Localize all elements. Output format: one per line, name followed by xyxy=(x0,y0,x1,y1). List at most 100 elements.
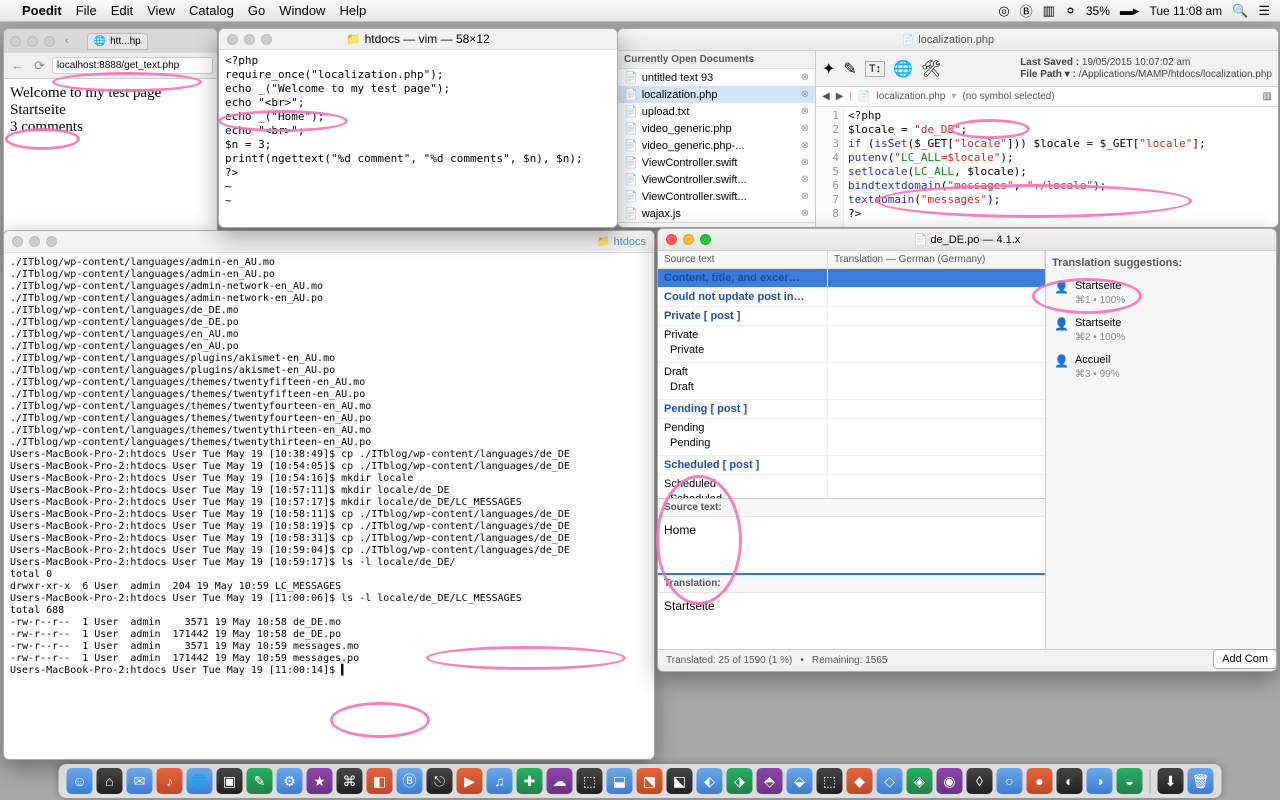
translation-row[interactable]: Scheduled Scheduled xyxy=(658,475,1045,498)
dock-app[interactable]: ◈ xyxy=(907,768,933,794)
open-doc-item[interactable]: 📄ViewController.swift...⊗ xyxy=(618,188,815,205)
text-icon[interactable]: T↕ xyxy=(865,61,885,77)
dock-app[interactable]: ▣ xyxy=(217,768,243,794)
dock-app[interactable]: ◐ xyxy=(1057,768,1083,794)
menu-file[interactable]: File xyxy=(76,3,97,18)
notification-icon[interactable]: ☰ xyxy=(1258,3,1270,19)
pathbar-symbol[interactable]: (no symbol selected) xyxy=(962,91,1054,102)
dock-app[interactable]: ⎋ xyxy=(427,768,453,794)
dock-app[interactable]: ◉ xyxy=(937,768,963,794)
dock-app[interactable]: ⬘ xyxy=(757,768,783,794)
dock-app[interactable]: 🌐 xyxy=(187,768,213,794)
dock-app[interactable]: ♪ xyxy=(157,768,183,794)
dock-app[interactable]: Ⓑ xyxy=(397,768,423,794)
close-doc-icon[interactable]: ⊗ xyxy=(801,72,809,83)
dock-app[interactable]: ⌂ xyxy=(97,768,123,794)
minimize-icon[interactable] xyxy=(27,36,38,47)
translation-row[interactable]: Private Private xyxy=(658,326,1045,363)
open-doc-item[interactable]: 📄untitled text 93⊗ xyxy=(618,69,815,86)
battery-icon[interactable]: ▬▸ xyxy=(1120,3,1140,19)
close-icon[interactable] xyxy=(227,34,238,45)
tools-icon[interactable]: 🛠 xyxy=(921,59,941,79)
bitcoin-icon[interactable]: Ⓑ xyxy=(1020,1,1033,20)
minimize-icon[interactable] xyxy=(244,34,255,45)
translation-row[interactable]: Draft Draft xyxy=(658,363,1045,400)
close-doc-icon[interactable]: ⊗ xyxy=(801,174,809,185)
minimize-icon[interactable] xyxy=(29,236,40,247)
dock-app[interactable]: ⬖ xyxy=(697,768,723,794)
nav-fwd-icon[interactable]: ▶ xyxy=(836,91,844,102)
close-icon[interactable] xyxy=(10,36,21,47)
translation-row[interactable]: Private [ post ] xyxy=(658,307,1045,326)
minimize-icon[interactable] xyxy=(683,234,694,245)
open-doc-item[interactable]: 📄upload.txt⊗ xyxy=(618,103,815,120)
open-doc-item[interactable]: 📄wajax.js⊗ xyxy=(618,205,815,222)
close-doc-icon[interactable]: ⊗ xyxy=(801,123,809,134)
translation-row[interactable]: Pending Pending xyxy=(658,419,1045,456)
globe-icon[interactable]: 🌐 xyxy=(893,59,913,79)
dock-app[interactable]: ⬚ xyxy=(817,768,843,794)
dock-downloads[interactable]: ⬇ xyxy=(1158,768,1184,794)
wifi-icon[interactable]: ⚪︎ xyxy=(1065,3,1076,19)
translation-input[interactable]: Startseite xyxy=(658,593,1045,649)
zoom-icon[interactable] xyxy=(44,36,55,47)
code-lines[interactable]: <?php$locale = "de_DE";if (isSet($_GET["… xyxy=(844,107,1210,227)
col-source[interactable]: Source text xyxy=(658,251,828,268)
back-button[interactable]: ‹ xyxy=(61,35,73,47)
menu-view[interactable]: View xyxy=(147,3,175,18)
menu-app[interactable]: Poedit xyxy=(22,3,62,18)
dock-app[interactable]: ⬗ xyxy=(727,768,753,794)
translation-row[interactable]: Could not update post in… xyxy=(658,288,1045,307)
menu-edit[interactable]: Edit xyxy=(111,3,133,18)
translation-row[interactable]: Pending [ post ] xyxy=(658,400,1045,419)
dock-app[interactable]: ⬔ xyxy=(637,768,663,794)
dock-app[interactable]: ◧ xyxy=(367,768,393,794)
open-doc-item[interactable]: 📄ViewController.swift...⊗ xyxy=(618,171,815,188)
close-doc-icon[interactable]: ⊗ xyxy=(801,191,809,202)
dock-app[interactable]: ▶ xyxy=(457,768,483,794)
close-icon[interactable] xyxy=(666,234,677,245)
zoom-icon[interactable] xyxy=(46,236,57,247)
rec-button[interactable]: Rec xyxy=(642,226,660,228)
magic-icon[interactable]: ✦ xyxy=(822,59,835,79)
dock-app[interactable]: ◊ xyxy=(967,768,993,794)
dock-app[interactable]: ⬓ xyxy=(607,768,633,794)
dock-app[interactable]: ◒ xyxy=(1117,768,1143,794)
menu-catalog[interactable]: Catalog xyxy=(189,3,234,18)
menu-window[interactable]: Window xyxy=(279,3,325,18)
col-translation[interactable]: Translation — German (Germany) xyxy=(828,251,1045,268)
dock-app[interactable]: ⚙ xyxy=(277,768,303,794)
translation-row[interactable]: Scheduled [ post ] xyxy=(658,456,1045,475)
suggestion-item[interactable]: 👤Accueil⌘3 • 99% xyxy=(1052,349,1270,386)
dropbox-icon[interactable]: ▥ xyxy=(1043,3,1055,19)
open-doc-item[interactable]: 📄video_generic.php-...⊗ xyxy=(618,137,815,154)
suggestion-item[interactable]: 👤Startseite⌘2 • 100% xyxy=(1052,312,1270,349)
translation-row[interactable]: Content, title, and excer… xyxy=(658,269,1045,288)
status-icon[interactable]: ◎ xyxy=(998,3,1009,19)
dock-app[interactable]: ★ xyxy=(307,768,333,794)
close-doc-icon[interactable]: ⊗ xyxy=(801,89,809,100)
dock-app[interactable]: ◑ xyxy=(1087,768,1113,794)
dock-finder[interactable]: ☺ xyxy=(67,768,93,794)
back-icon[interactable]: ← xyxy=(8,58,27,73)
clock[interactable]: Tue 11:08 am xyxy=(1149,4,1222,18)
dock-app[interactable]: ✎ xyxy=(247,768,273,794)
dock-app[interactable]: ● xyxy=(1027,768,1053,794)
dock-app[interactable]: ☁ xyxy=(547,768,573,794)
suggestion-item[interactable]: 👤Startseite⌘1 • 100% xyxy=(1052,275,1270,312)
dock-app[interactable]: ⌘ xyxy=(337,768,363,794)
open-doc-item[interactable]: 📄ViewController.swift⊗ xyxy=(618,154,815,171)
dock-trash[interactable]: 🗑 xyxy=(1188,768,1214,794)
add-comment-button[interactable]: Add Com xyxy=(1213,649,1277,669)
reload-icon[interactable]: ⟳ xyxy=(31,58,48,74)
menu-go[interactable]: Go xyxy=(248,3,265,18)
dock-app[interactable]: ♫ xyxy=(487,768,513,794)
close-doc-icon[interactable]: ⊗ xyxy=(801,140,809,151)
menu-help[interactable]: Help xyxy=(339,3,366,18)
pencil-icon[interactable]: ✎ xyxy=(843,59,856,79)
dock-app[interactable]: ○ xyxy=(997,768,1023,794)
back-icon[interactable]: ◀ xyxy=(624,226,632,228)
spotlight-icon[interactable]: 🔍 xyxy=(1232,3,1248,19)
close-doc-icon[interactable]: ⊗ xyxy=(801,208,809,219)
dock-app[interactable]: ◇ xyxy=(877,768,903,794)
